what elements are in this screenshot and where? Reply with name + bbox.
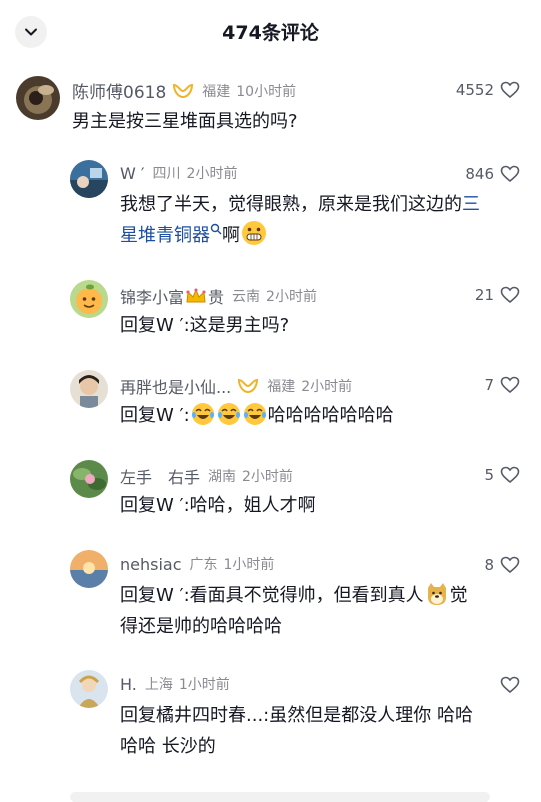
search-link-part1[interactable]: 三 — [462, 194, 480, 215]
laugh-cry-emoji-icon — [217, 403, 240, 425]
like-button[interactable]: 8 — [420, 554, 520, 576]
heart-icon — [500, 81, 520, 99]
comment-text: 男主是按三星堆面具选的吗? — [72, 111, 298, 132]
reply-time: 2小时前 — [266, 289, 317, 305]
reply-name-line: nehsiac 广东 1小时前 — [120, 554, 274, 574]
username-suffix[interactable]: 贵 — [208, 284, 224, 308]
like-button[interactable] — [420, 674, 520, 696]
comment-count-title: 474条评论 — [222, 22, 319, 44]
reply-item: H. 上海 1小时前 回复橘井四时春...:虽然但是都没人理你 哈哈 哈哈 长沙… — [0, 670, 541, 770]
reply-time: 2小时前 — [242, 469, 293, 485]
username[interactable]: W ′ — [120, 164, 145, 183]
like-count: 21 — [474, 286, 494, 304]
reply-time: 1小时前 — [178, 677, 230, 693]
reply-name-line: 左手 右手 湖南 2小时前 — [120, 464, 293, 488]
avatar[interactable] — [70, 280, 108, 318]
reply-text-line1-prefix: 回复W ′:看面具不觉得帅，但看到真人 — [120, 585, 424, 606]
avatar[interactable] — [70, 670, 108, 708]
heart-icon — [500, 165, 520, 183]
reply-time: 2小时前 — [186, 166, 238, 182]
reply-location: 广东 — [189, 557, 218, 573]
laugh-cry-emoji-icon — [191, 403, 214, 425]
heart-icon — [500, 676, 520, 694]
reply-text-line1-suffix: 觉 — [449, 585, 468, 606]
comment-item: 陈师傅0618 福建 10小时前 4552 男主是按三星堆面具选的吗? — [0, 70, 541, 150]
reply-item: 左手 右手 湖南 2小时前 5 回复W ′:哈哈，姐人才啊 — [0, 460, 541, 530]
like-button[interactable]: 7 — [420, 374, 520, 396]
creator-badge-icon — [238, 378, 259, 394]
username[interactable]: nehsiac — [120, 555, 182, 574]
laugh-cry-emoji-icon — [243, 403, 266, 425]
avatar[interactable] — [70, 370, 108, 408]
reply-item: W ′ 四川 2小时前 846 我想了半天，觉得眼熟，原来是我们这边的三 星堆青… — [0, 155, 541, 255]
reply-location: 上海 — [144, 677, 173, 693]
like-count: 7 — [484, 376, 494, 394]
username[interactable]: 锦李小富 — [120, 284, 184, 308]
reply-item: 再胖也是小仙... 福建 2小时前 7 回复W ′: 哈哈哈哈哈哈哈 — [0, 370, 541, 440]
crown-emoji-icon — [186, 288, 206, 303]
like-button[interactable]: 21 — [420, 284, 520, 306]
reply-name-line: H. 上海 1小时前 — [120, 674, 230, 694]
reply-item: 锦李小富 贵 云南 2小时前 21 回复W ′:这是男主吗? — [0, 280, 541, 350]
like-button[interactable]: 5 — [420, 464, 520, 486]
reply-location: 四川 — [152, 166, 181, 182]
like-button[interactable]: 4552 — [420, 78, 520, 102]
avatar[interactable] — [16, 76, 60, 120]
search-icon[interactable] — [210, 223, 222, 235]
reply-text-prefix: 我想了半天，觉得眼熟，原来是我们这边的 — [120, 194, 462, 215]
reply-text-suffix: 啊 — [222, 225, 240, 246]
reply-text-line1: 回复橘井四时春...:虽然但是都没人理你 哈哈 — [120, 705, 473, 726]
like-count: 846 — [465, 165, 494, 183]
reply-location: 福建 — [267, 379, 296, 395]
reply-text: 回复橘井四时春...:虽然但是都没人理你 哈哈 哈哈 长沙的 — [120, 700, 530, 762]
avatar[interactable] — [70, 550, 108, 588]
reply-item: nehsiac 广东 1小时前 8 回复W ′:看面具不觉得帅，但看到真人 觉 得… — [0, 550, 541, 650]
comment-input-bar[interactable] — [70, 792, 490, 802]
creator-badge-icon — [173, 83, 194, 98]
like-button[interactable]: 846 — [420, 163, 520, 185]
reply-text: 回复W ′: 哈哈哈哈哈哈哈 — [120, 400, 394, 431]
heart-icon — [500, 376, 520, 394]
avatar[interactable] — [70, 160, 108, 198]
reply-text-line2: 哈哈 长沙的 — [120, 736, 216, 757]
reply-text-suffix: 哈哈哈哈哈哈哈 — [267, 405, 394, 426]
heart-icon — [500, 466, 520, 484]
username[interactable]: H. — [120, 675, 137, 694]
like-count: 4552 — [455, 81, 494, 99]
reply-text: 回复W ′:哈哈，姐人才啊 — [120, 495, 316, 516]
reply-text: 回复W ′:这是男主吗? — [120, 315, 290, 336]
reply-text-prefix: 回复W ′: — [120, 405, 190, 426]
reply-text: 我想了半天，觉得眼熟，原来是我们这边的三 星堆青铜器啊 — [120, 189, 525, 251]
reply-text: 回复W ′:看面具不觉得帅，但看到真人 觉 得还是帅的哈哈哈哈 — [120, 580, 530, 642]
reply-name-line: 再胖也是小仙... 福建 2小时前 — [120, 374, 352, 398]
comments-header: 474条评论 — [0, 0, 541, 62]
username[interactable]: 再胖也是小仙... — [120, 374, 231, 398]
heart-icon — [500, 556, 520, 574]
username[interactable]: 左手 右手 — [120, 464, 200, 488]
search-link-part2[interactable]: 星堆青铜器 — [120, 225, 210, 246]
reply-time: 2小时前 — [301, 379, 353, 395]
heart-icon — [500, 286, 520, 304]
reply-name-line: W ′ 四川 2小时前 — [120, 163, 237, 183]
reply-location: 湖南 — [208, 469, 237, 485]
like-count: 8 — [484, 556, 494, 574]
reply-name-line: 锦李小富 贵 云南 2小时前 — [120, 284, 317, 308]
comment-time: 10小时前 — [236, 83, 297, 100]
avatar[interactable] — [70, 460, 108, 498]
username[interactable]: 陈师傅0618 — [72, 78, 166, 103]
reply-text-line2: 得还是帅的哈哈哈哈 — [120, 616, 282, 637]
comment-location: 福建 — [202, 83, 231, 100]
reply-time: 1小时前 — [223, 557, 275, 573]
reply-location: 云南 — [232, 289, 261, 305]
doge-emoji-icon — [427, 583, 446, 605]
grinning-emoji-icon — [242, 221, 266, 245]
comment-name-line: 陈师傅0618 福建 10小时前 — [72, 78, 296, 103]
like-count: 5 — [484, 466, 494, 484]
